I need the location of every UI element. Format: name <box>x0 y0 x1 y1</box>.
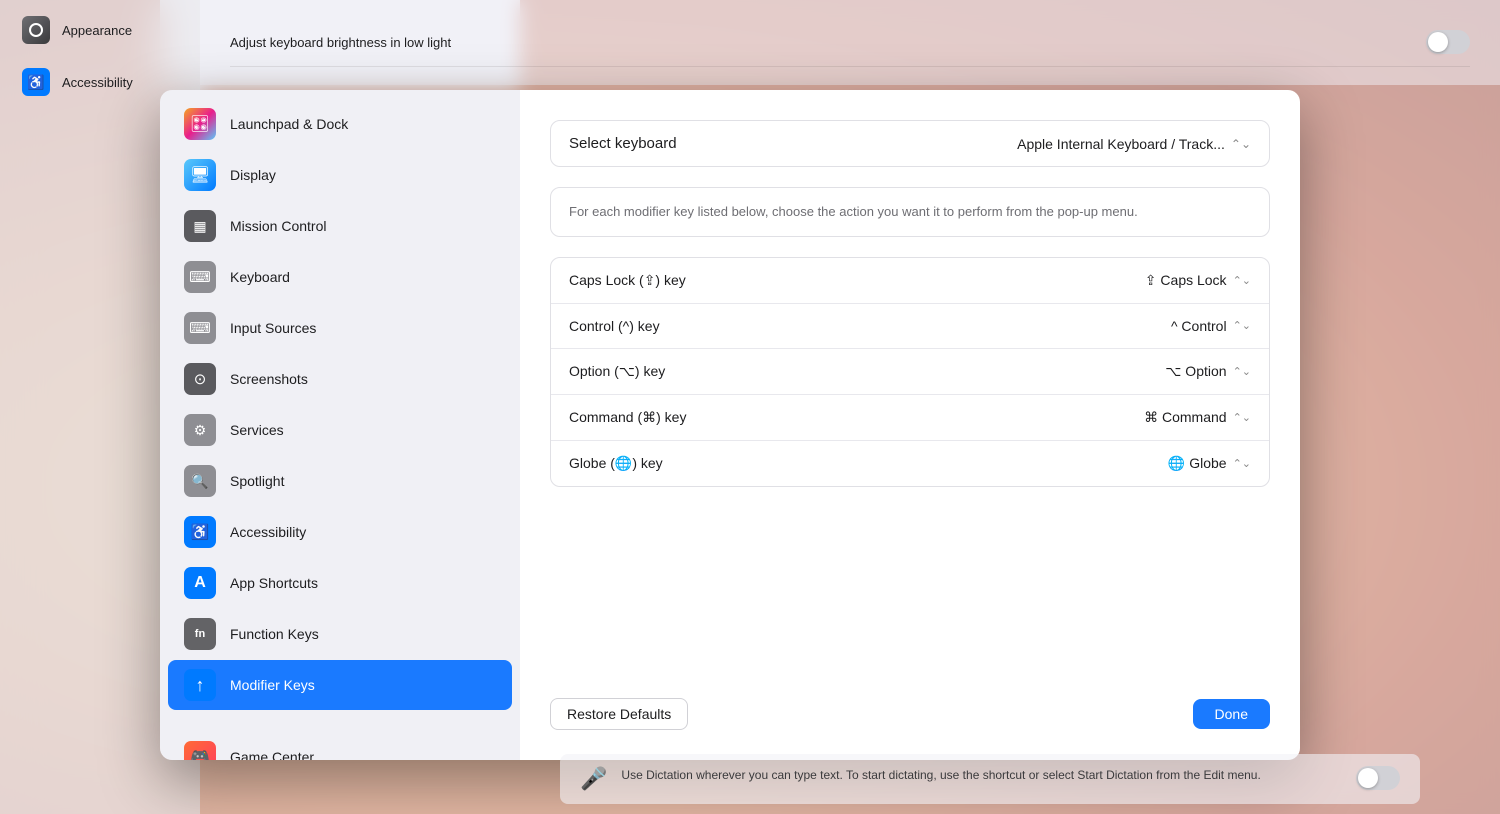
modal-dialog: 🎛 Launchpad & Dock 🖥 Display ▦ Mission C… <box>160 90 1300 760</box>
modifier-key-stepper-3: ⌃⌄ <box>1233 411 1251 424</box>
bg-setting-brightness: Adjust keyboard brightness in low light <box>230 18 1470 67</box>
modifier-key-row: Option (⌥) key ⌥ Option ⌃⌄ <box>551 349 1269 395</box>
restore-defaults-button[interactable]: Restore Defaults <box>550 698 688 730</box>
sidebar: 🎛 Launchpad & Dock 🖥 Display ▦ Mission C… <box>160 90 520 760</box>
modifier-key-stepper-2: ⌃⌄ <box>1233 365 1251 378</box>
bg-accessibility-label: Accessibility <box>62 75 133 90</box>
sidebar-label-display: Display <box>230 167 276 183</box>
microphone-icon: 🎤 <box>580 766 607 792</box>
dictation-toggle[interactable] <box>1356 766 1400 790</box>
modifier-key-label-2: Option (⌥) key <box>569 363 665 380</box>
select-keyboard-dropdown[interactable]: Apple Internal Keyboard / Track... ⌃⌄ <box>1017 136 1251 152</box>
sidebar-label-launchpad: Launchpad & Dock <box>230 116 348 132</box>
sidebar-label-game-center: Game Center <box>230 749 314 760</box>
modifier-key-current-3: ⌘ Command <box>1144 409 1226 426</box>
bg-brightness-label: Adjust keyboard brightness in low light <box>230 35 451 50</box>
sidebar-icon-keyboard: ⌨ <box>184 261 216 293</box>
sidebar-icon-spotlight: 🔍 <box>184 465 216 497</box>
bg-sidebar-appearance[interactable]: Appearance <box>6 6 194 54</box>
sidebar-item-app-shortcuts[interactable]: A App Shortcuts <box>168 558 512 608</box>
modifier-key-row: Command (⌘) key ⌘ Command ⌃⌄ <box>551 395 1269 441</box>
sidebar-label-spotlight: Spotlight <box>230 473 284 489</box>
sidebar-icon-game-center: 🎮 <box>184 741 216 760</box>
modifier-key-stepper-4: ⌃⌄ <box>1233 457 1251 470</box>
modifier-key-dropdown-2[interactable]: ⌥ Option ⌃⌄ <box>1165 363 1251 380</box>
modifier-keys-table: Caps Lock (⇪) key ⇪ Caps Lock ⌃⌄ Control… <box>550 257 1270 487</box>
sidebar-item-input-sources[interactable]: ⌨ Input Sources <box>168 303 512 353</box>
sidebar-icon-modifier: ↑ <box>184 669 216 701</box>
sidebar-label-input-sources: Input Sources <box>230 320 316 336</box>
modifier-key-label-3: Command (⌘) key <box>569 409 686 426</box>
select-keyboard-label: Select keyboard <box>569 135 677 152</box>
modifier-key-stepper-1: ⌃⌄ <box>1233 319 1251 332</box>
sidebar-icon-input-sources: ⌨ <box>184 312 216 344</box>
sidebar-item-mission[interactable]: ▦ Mission Control <box>168 201 512 251</box>
sidebar-icon-mission: ▦ <box>184 210 216 242</box>
sidebar-label-accessibility: Accessibility <box>230 524 306 540</box>
sidebar-label-fn: Function Keys <box>230 626 319 642</box>
sidebar-icon-services: ⚙ <box>184 414 216 446</box>
modifier-keys-description: For each modifier key listed below, choo… <box>550 187 1270 237</box>
modifier-key-dropdown-1[interactable]: ^ Control ⌃⌄ <box>1171 318 1251 334</box>
footer-buttons: Restore Defaults Done <box>550 678 1270 730</box>
sidebar-item-services[interactable]: ⚙ Services <box>168 405 512 455</box>
modifier-key-current-4: 🌐 Globe <box>1168 455 1227 472</box>
sidebar-icon-fn: fn <box>184 618 216 650</box>
bg-appearance-label: Appearance <box>62 23 132 38</box>
sidebar-icon-screenshots: ⊙ <box>184 363 216 395</box>
sidebar-item-spotlight[interactable]: 🔍 Spotlight <box>168 456 512 506</box>
modifier-key-dropdown-3[interactable]: ⌘ Command ⌃⌄ <box>1144 409 1251 426</box>
sidebar-label-mission: Mission Control <box>230 218 326 234</box>
dictation-setting: 🎤 Use Dictation wherever you can type te… <box>560 754 1420 804</box>
modifier-key-label-4: Globe (🌐) key <box>569 455 663 472</box>
done-button[interactable]: Done <box>1193 699 1270 729</box>
modifier-key-stepper-0: ⌃⌄ <box>1233 274 1251 287</box>
sidebar-label-services: Services <box>230 422 284 438</box>
sidebar-icon-app-shortcuts: A <box>184 567 216 599</box>
sidebar-icon-accessibility: ♿ <box>184 516 216 548</box>
select-keyboard-current: Apple Internal Keyboard / Track... <box>1017 136 1225 152</box>
modifier-key-current-0: ⇪ Caps Lock <box>1145 272 1227 289</box>
modifier-key-label-1: Control (^) key <box>569 318 660 334</box>
sidebar-item-fn[interactable]: fn Function Keys <box>168 609 512 659</box>
brightness-toggle[interactable] <box>1426 30 1470 54</box>
sidebar-icon-launchpad: 🎛 <box>184 108 216 140</box>
sidebar-item-accessibility[interactable]: ♿ Accessibility <box>168 507 512 557</box>
modifier-key-row: Caps Lock (⇪) key ⇪ Caps Lock ⌃⌄ <box>551 258 1269 304</box>
select-keyboard-row: Select keyboard Apple Internal Keyboard … <box>550 120 1270 167</box>
modifier-key-row: Globe (🌐) key 🌐 Globe ⌃⌄ <box>551 441 1269 486</box>
modifier-key-label-0: Caps Lock (⇪) key <box>569 272 686 289</box>
dictation-description: Use Dictation wherever you can type text… <box>621 766 1260 784</box>
sidebar-item-display[interactable]: 🖥 Display <box>168 150 512 200</box>
sidebar-label-screenshots: Screenshots <box>230 371 308 387</box>
sidebar-label-modifier: Modifier Keys <box>230 677 315 693</box>
modifier-key-row: Control (^) key ^ Control ⌃⌄ <box>551 304 1269 349</box>
modifier-key-dropdown-4[interactable]: 🌐 Globe ⌃⌄ <box>1168 455 1251 472</box>
modifier-key-current-1: ^ Control <box>1171 318 1227 334</box>
modifier-key-current-2: ⌥ Option <box>1165 363 1226 380</box>
sidebar-item-screenshots[interactable]: ⊙ Screenshots <box>168 354 512 404</box>
sidebar-item-game-center[interactable]: 🎮 Game Center <box>168 732 512 760</box>
modifier-key-dropdown-0[interactable]: ⇪ Caps Lock ⌃⌄ <box>1145 272 1251 289</box>
sidebar-item-launchpad[interactable]: 🎛 Launchpad & Dock <box>168 99 512 149</box>
sidebar-icon-display: 🖥 <box>184 159 216 191</box>
main-content: Select keyboard Apple Internal Keyboard … <box>520 90 1300 760</box>
keyboard-stepper-icon: ⌃⌄ <box>1231 137 1251 151</box>
sidebar-item-keyboard[interactable]: ⌨ Keyboard <box>168 252 512 302</box>
sidebar-item-modifier[interactable]: ↑ Modifier Keys <box>168 660 512 710</box>
sidebar-label-app-shortcuts: App Shortcuts <box>230 575 318 591</box>
sidebar-label-keyboard: Keyboard <box>230 269 290 285</box>
